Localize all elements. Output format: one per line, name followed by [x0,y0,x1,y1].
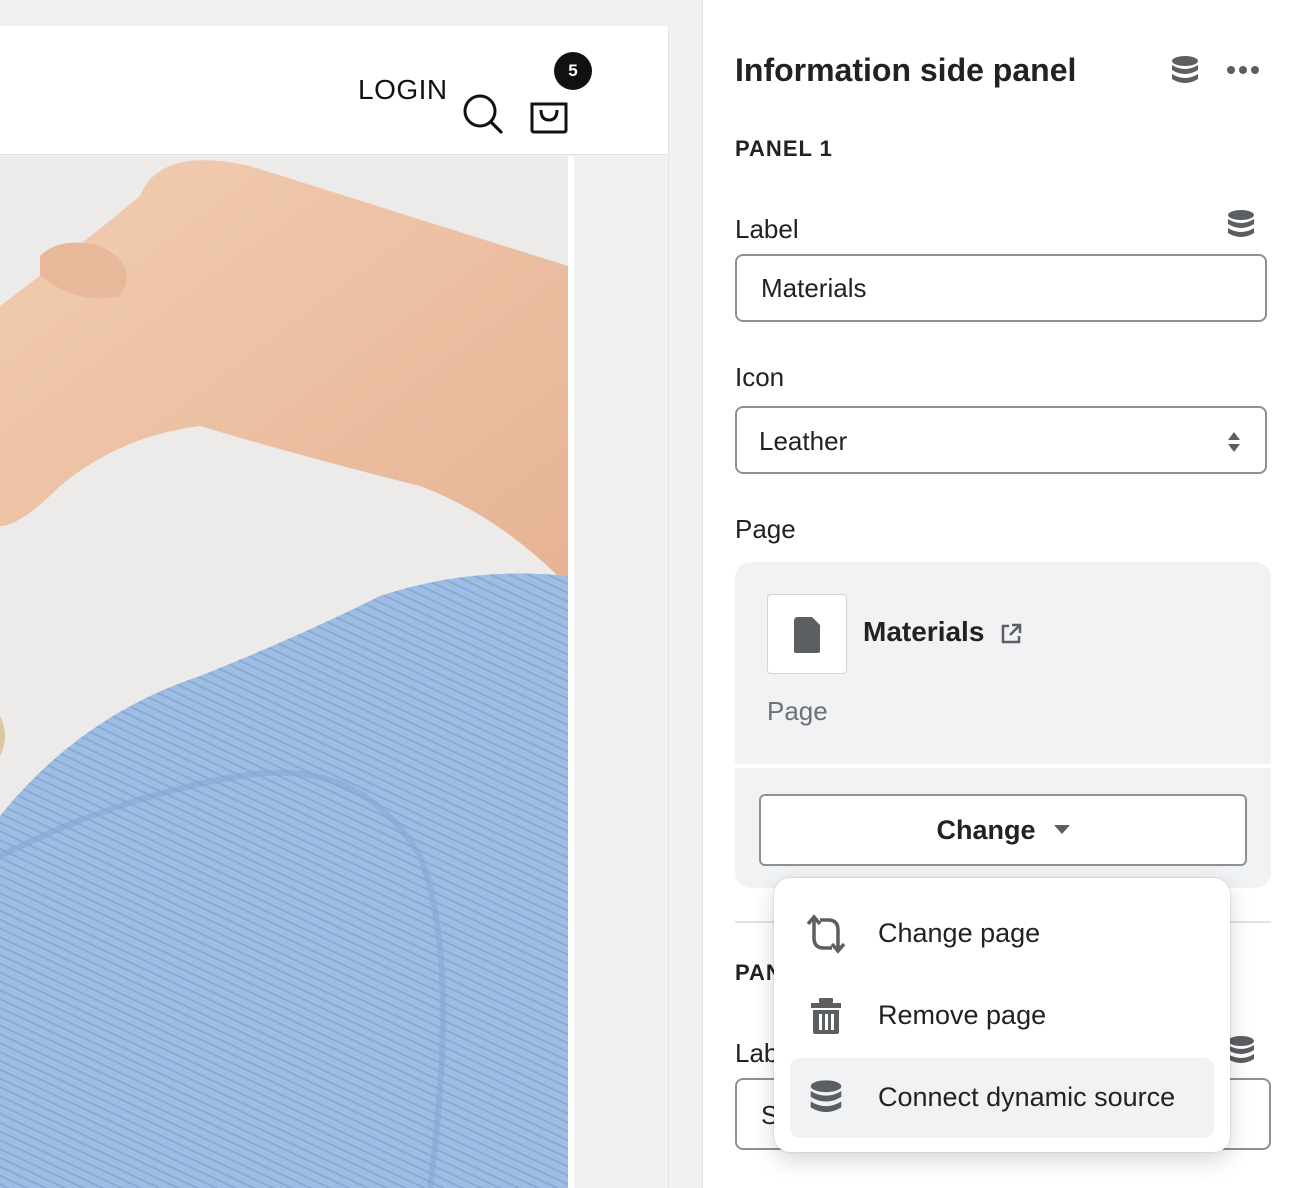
label-input[interactable] [735,254,1267,322]
page-field-label: Page [735,514,796,544]
database-icon[interactable] [1225,208,1257,242]
section-heading: PANEL 1 [735,136,833,161]
icon-field-label: Icon [735,362,785,392]
hero-image [0,156,568,1188]
menu-item-change-page[interactable]: Change page [790,894,1214,974]
menu-item-label: Connect dynamic source [878,1082,1176,1112]
database-icon[interactable] [1169,54,1201,88]
change-button[interactable]: Change [759,794,1247,866]
page-card-details: Materials Page [735,562,1271,764]
page-card: Materials Page Change [735,562,1271,888]
icon-select-value: Leather [759,426,848,456]
change-button-label: Change [936,814,1036,845]
storefront-preview: LOGIN 5 [0,0,702,1188]
more-options-icon[interactable] [1223,58,1263,82]
search-icon[interactable] [460,92,504,136]
divider [735,764,1271,768]
change-page-menu: Change page Remove page Connect dynamic … [774,878,1230,1152]
cart-count-badge: 5 [554,52,592,90]
page-icon [794,617,820,653]
menu-item-label: Remove page [878,1000,1047,1030]
page-type: Page [767,696,828,726]
page-thumbnail [767,594,847,674]
cart-icon[interactable] [526,90,572,136]
label-field-label: Lab [735,1038,779,1068]
caret-down-icon [1053,825,1070,834]
swap-arrows-icon [806,914,846,954]
external-link-icon[interactable] [999,622,1023,646]
menu-item-label: Change page [878,918,1041,948]
select-arrows-icon [1228,432,1240,452]
menu-item-remove-page[interactable]: Remove page [790,976,1214,1056]
icon-select[interactable]: Leather [735,406,1267,474]
preview-gutter [574,156,669,1188]
label-field-label: Label [735,214,799,244]
trash-icon [806,996,846,1036]
store-header: LOGIN [0,26,669,155]
login-link[interactable]: LOGIN [358,74,448,106]
database-icon [806,1078,846,1118]
page-name[interactable]: Materials [863,616,984,648]
panel-title: Information side panel [735,52,1077,88]
menu-item-connect-dynamic-source[interactable]: Connect dynamic source [790,1058,1214,1138]
